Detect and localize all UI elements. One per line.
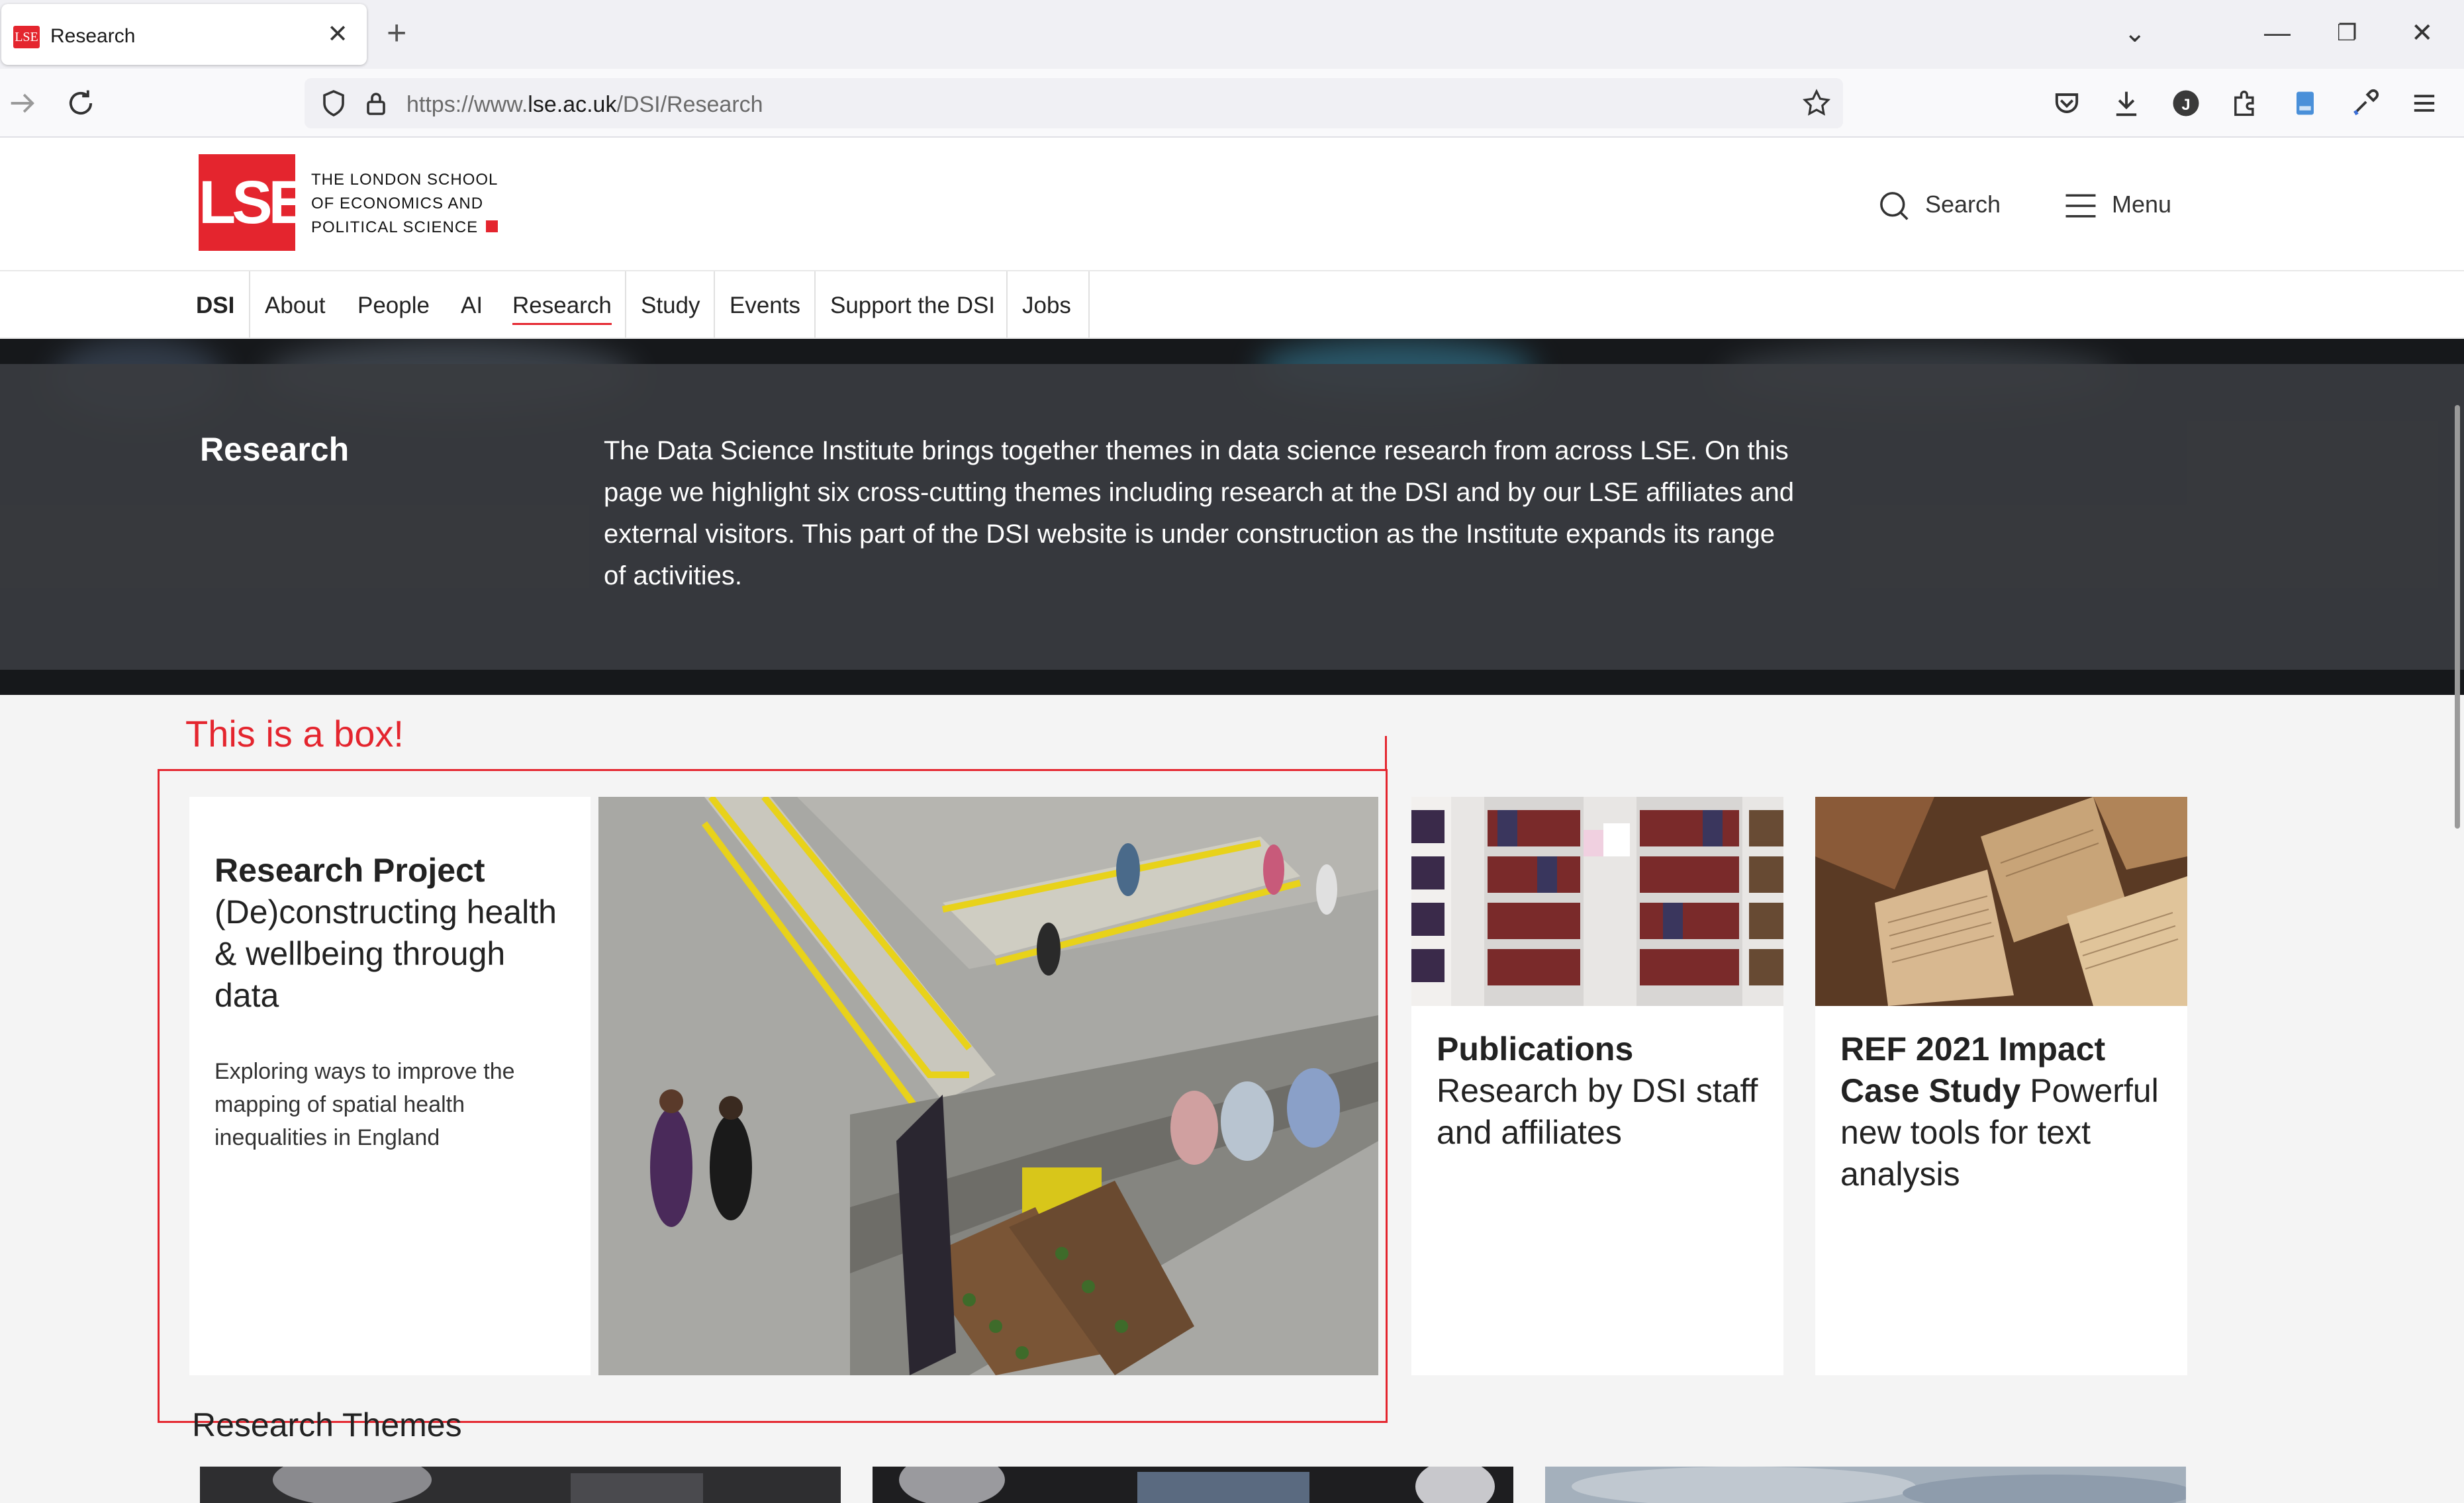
address-bar[interactable]: https://www.lse.ac.uk/DSI/Research — [305, 78, 1843, 128]
publications-card-title: Publications Research by DSI staff and af… — [1437, 1028, 1768, 1154]
main-content: This is a box! Research Project (De)const… — [0, 695, 2464, 1503]
subnav-item-jobs[interactable]: Jobs — [1022, 291, 1071, 320]
url-path: /DSI/Research — [616, 92, 763, 117]
annotation-label: This is a box! — [185, 713, 404, 754]
browser-tab-bar: LSE Research ✕ + ⌄ — ❐ ✕ — [0, 0, 2464, 69]
ref-impact-card-image — [1815, 797, 2187, 1006]
browser-nav-bar: https://www.lse.ac.uk/DSI/Research J — [0, 69, 2464, 138]
close-window-icon[interactable]: ✕ — [2411, 15, 2434, 52]
theme-photo-1 — [200, 1467, 841, 1503]
subnav-item-events[interactable]: Events — [730, 291, 800, 320]
theme-card-image-2[interactable] — [873, 1467, 1513, 1503]
search-label: Search — [1925, 191, 2001, 218]
subnav-item-study[interactable]: Study — [641, 291, 700, 320]
menu-label: Menu — [2112, 191, 2172, 218]
page-scrollbar[interactable] — [2455, 405, 2460, 829]
theme-card-image-3[interactable] — [1545, 1467, 2186, 1503]
subnav-item-people[interactable]: People — [357, 291, 430, 320]
subnav-divider — [1006, 271, 1008, 338]
hero-intro-text: The Data Science Institute brings togeth… — [604, 436, 1795, 590]
search-button[interactable]: Search — [1876, 188, 2001, 224]
staircase-photo — [598, 797, 1378, 1375]
theme-photo-2 — [873, 1467, 1513, 1503]
red-square-icon — [486, 220, 498, 232]
restore-icon[interactable]: ❐ — [2337, 15, 2357, 52]
dsi-subnav: DSI About People AI Research Study Event… — [0, 271, 2464, 339]
theme-card-image-1[interactable] — [200, 1467, 841, 1503]
url-prefix: https://www. — [406, 92, 528, 117]
subnav-divider — [714, 271, 715, 338]
ref-impact-card-title: REF 2021 Impact Case Study Powerful new … — [1840, 1028, 2171, 1195]
url-domain: lse.ac.uk — [528, 92, 617, 117]
school-name[interactable]: THE LONDON SCHOOL OF ECONOMICS AND POLIT… — [311, 168, 498, 240]
document-extension-icon[interactable] — [2288, 86, 2322, 120]
menu-icon — [2065, 194, 2096, 218]
school-name-line-2: OF ECONOMICS AND — [311, 195, 484, 212]
shield-icon[interactable] — [318, 87, 350, 119]
extensions-puzzle-icon[interactable] — [2228, 86, 2263, 120]
lse-logo[interactable]: LSE — [199, 154, 309, 251]
annotation-marker — [1385, 736, 1387, 770]
publications-card-kicker: Publications — [1437, 1030, 1634, 1068]
open-books-photo — [1815, 797, 2187, 1006]
site-header: LSE THE LONDON SCHOOL OF ECONOMICS AND P… — [0, 138, 2464, 271]
eyedropper-icon[interactable] — [2347, 86, 2382, 120]
tab-list-chevron-icon[interactable]: ⌄ — [2124, 15, 2146, 52]
feature-card-description: Exploring ways to improve the mapping of… — [214, 1059, 515, 1150]
research-themes-heading: Research Themes — [192, 1406, 462, 1443]
feature-card-heading: (De)constructing health & wellbeing thro… — [214, 893, 557, 1014]
subnav-divider — [249, 271, 250, 338]
subnav-item-about[interactable]: About — [265, 291, 325, 320]
reload-icon[interactable] — [64, 86, 98, 120]
feature-card-image[interactable] — [598, 797, 1378, 1375]
new-tab-icon[interactable]: + — [387, 15, 406, 52]
hero-title: Research — [200, 431, 350, 468]
library-shelves-photo — [1411, 797, 1783, 1006]
subnav-item-dsi[interactable]: DSI — [196, 291, 234, 320]
svg-text:J: J — [2181, 96, 2190, 114]
bookmark-star-icon[interactable] — [1801, 87, 1832, 119]
close-tab-icon[interactable]: ✕ — [327, 21, 348, 48]
feature-card-title: Research Project (De)constructing health … — [214, 850, 565, 1017]
url-text[interactable]: https://www.lse.ac.uk/DSI/Research — [406, 92, 763, 118]
hero-banner: Research The Data Science Institute brin… — [0, 339, 2464, 695]
subnav-item-ai[interactable]: AI — [461, 291, 483, 320]
subnav-divider — [1088, 271, 1090, 338]
school-name-line-3: POLITICAL SCIENCE — [311, 218, 479, 236]
publications-card-image — [1411, 797, 1783, 1006]
download-icon[interactable] — [2109, 86, 2144, 120]
theme-photo-3 — [1545, 1467, 2186, 1503]
tab-title: Research — [50, 25, 136, 47]
lse-favicon-icon: LSE — [13, 26, 40, 48]
browser-tab[interactable]: LSE Research ✕ — [1, 4, 367, 65]
subnav-divider — [625, 271, 626, 338]
pocket-icon[interactable] — [2050, 86, 2084, 120]
publications-card-heading: Research by DSI staff and affiliates — [1437, 1072, 1758, 1151]
lock-icon[interactable] — [360, 87, 392, 119]
school-name-line-1: THE LONDON SCHOOL — [311, 171, 498, 189]
publications-card[interactable]: Publications Research by DSI staff and af… — [1411, 797, 1783, 1375]
ref-impact-card[interactable]: REF 2021 Impact Case Study Powerful new … — [1815, 797, 2187, 1375]
subnav-item-research[interactable]: Research — [512, 291, 612, 325]
feature-card-kicker: Research Project — [214, 852, 485, 889]
subnav-item-support[interactable]: Support the DSI — [830, 291, 995, 320]
menu-button[interactable]: Menu — [2063, 188, 2171, 224]
account-avatar-icon[interactable]: J — [2169, 86, 2203, 120]
subnav-divider — [814, 271, 816, 338]
forward-icon[interactable] — [5, 86, 40, 120]
minimize-icon[interactable]: — — [2264, 15, 2291, 52]
hamburger-menu-icon[interactable] — [2407, 86, 2441, 120]
feature-card[interactable]: Research Project (De)constructing health … — [189, 797, 591, 1375]
search-icon — [1880, 192, 1909, 221]
